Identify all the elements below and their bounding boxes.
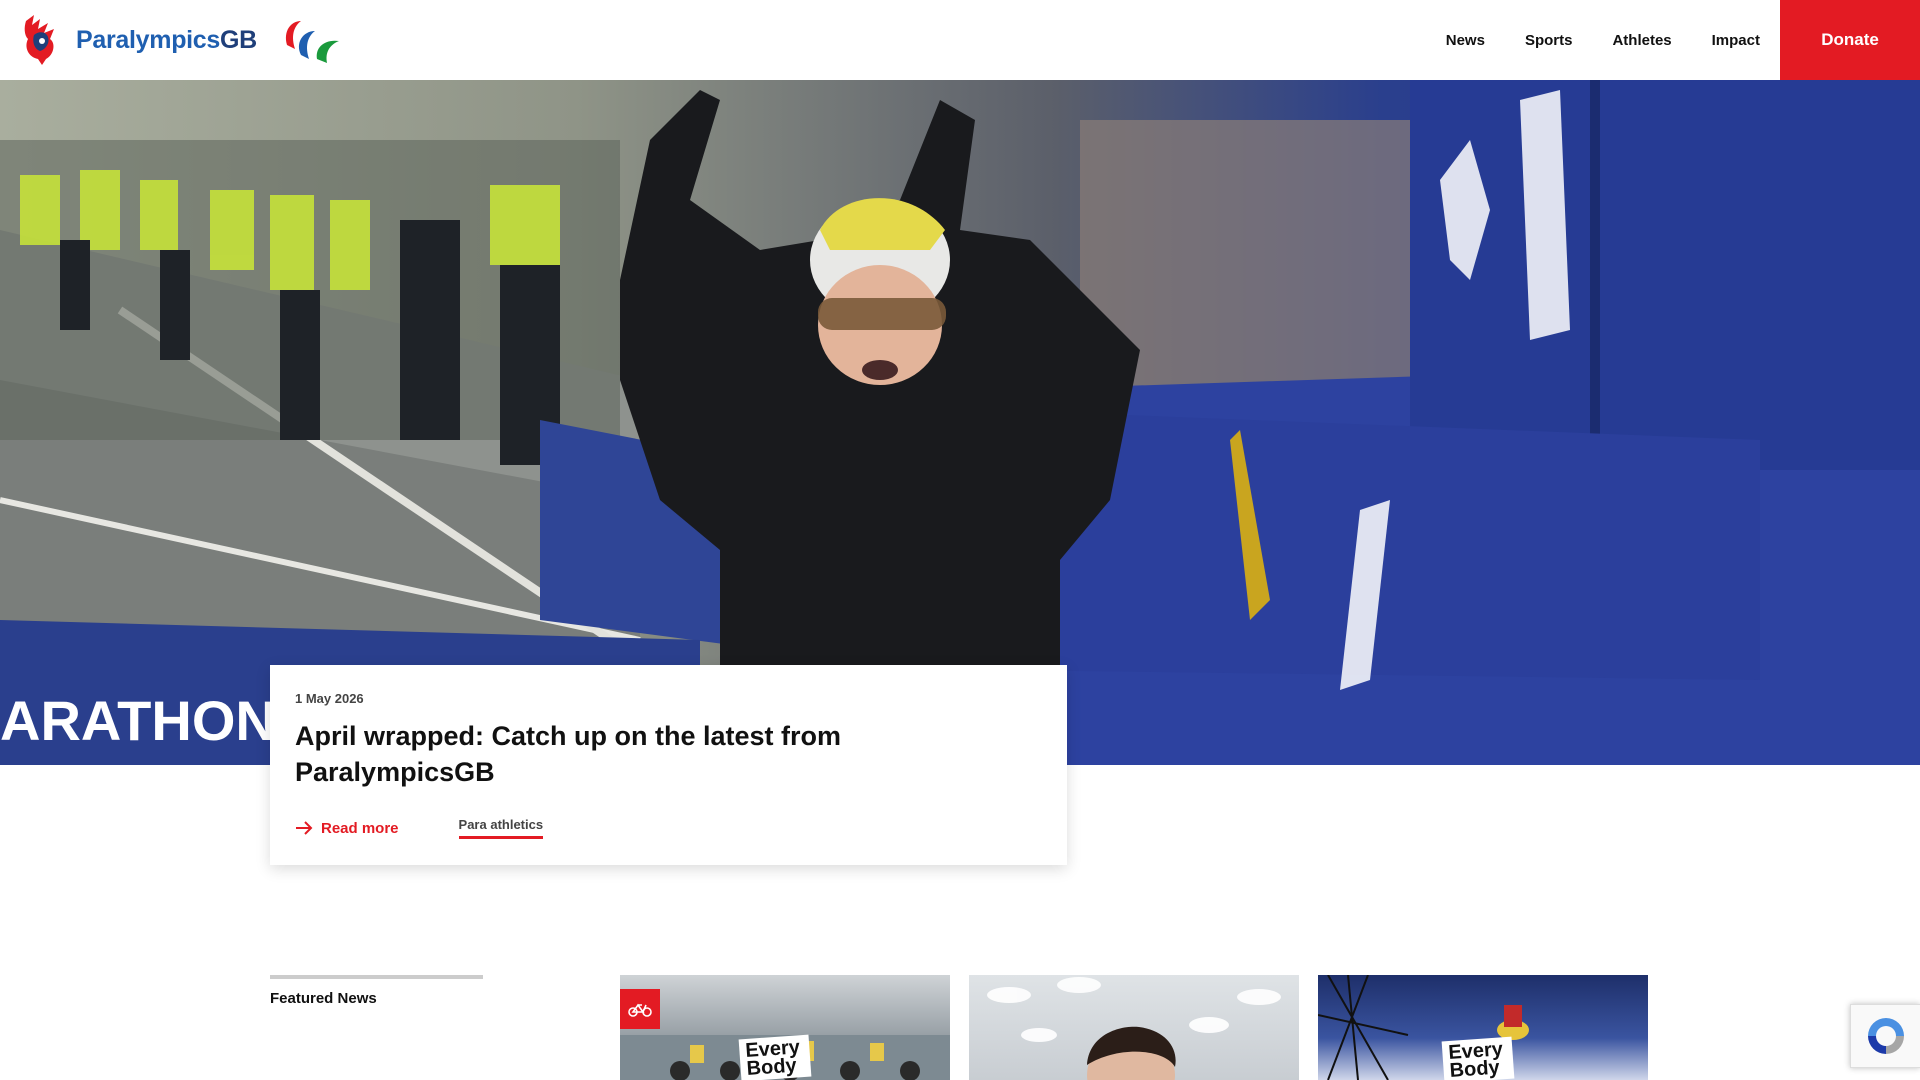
brand-name-prefix: Paralympics [76, 25, 221, 54]
thumbnail-photo [987, 977, 1281, 1080]
everybody-overlay: Every Body [1441, 1036, 1515, 1080]
agitos-icon [285, 21, 339, 63]
hero-image: ARATHON [0, 80, 1920, 765]
hero-photo: ARATHON [0, 80, 1920, 765]
read-more-link[interactable]: Read more [295, 820, 399, 837]
featured-thumbnail[interactable]: Every Body [620, 975, 950, 1080]
featured-news-label: Featured News [270, 990, 377, 1007]
lion-crest-icon [24, 15, 54, 65]
nav-sports[interactable]: Sports [1525, 32, 1573, 49]
nav-impact[interactable]: Impact [1712, 32, 1760, 49]
article-title[interactable]: April wrapped: Catch up on the latest fr… [295, 718, 995, 790]
bicycle-icon [628, 1003, 652, 1017]
banner-text: ARATHON [0, 689, 276, 752]
main-nav: News Sports Athletes Impact [1446, 0, 1760, 80]
site-header: ParalympicsGB News Sports Athletes Impac… [0, 0, 1920, 80]
article-date: 1 May 2026 [295, 691, 364, 706]
article-meta: Read more Para athletics [295, 817, 544, 839]
everybody-overlay: Every Body [738, 1034, 812, 1080]
recaptcha-badge[interactable] [1850, 1004, 1920, 1068]
nav-athletes[interactable]: Athletes [1612, 32, 1671, 49]
brand-name: ParalympicsGB [76, 26, 257, 55]
featured-divider [270, 975, 483, 979]
recaptcha-icon [1867, 1018, 1904, 1054]
arrow-right-icon [296, 821, 313, 835]
donate-button[interactable]: Donate [1780, 0, 1920, 80]
featured-thumbnail[interactable]: Every Body [1318, 975, 1648, 1080]
site-logo[interactable]: ParalympicsGB [20, 12, 347, 68]
featured-thumbnail[interactable] [969, 975, 1299, 1080]
brand-name-suffix: GB [220, 25, 257, 54]
read-more-label: Read more [321, 819, 399, 837]
nav-news[interactable]: News [1446, 32, 1485, 49]
article-tag[interactable]: Para athletics [458, 817, 544, 839]
hero-article-card: 1 May 2026 April wrapped: Catch up on th… [270, 665, 1067, 865]
sport-badge [620, 989, 660, 1029]
